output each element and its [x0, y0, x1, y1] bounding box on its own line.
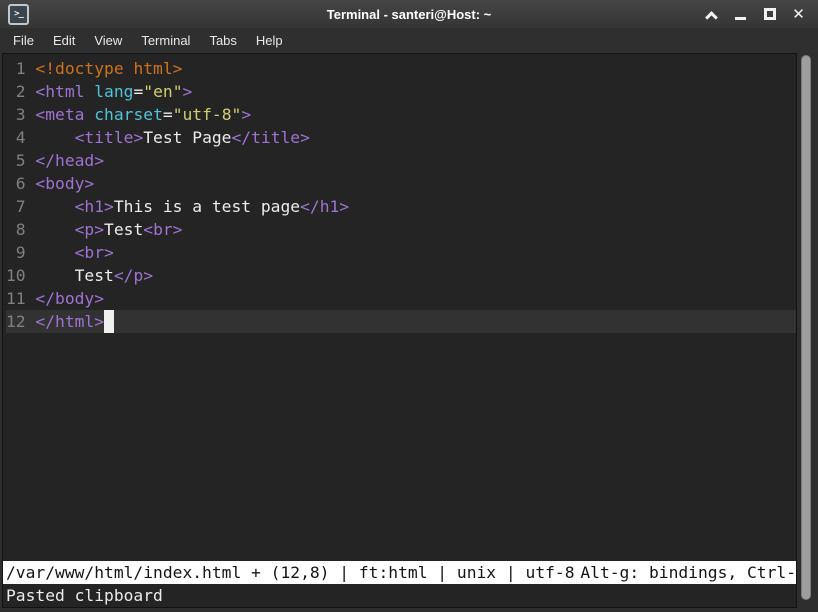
menu-item-terminal[interactable]: Terminal [141, 33, 190, 48]
minimize-icon [735, 17, 746, 20]
code-area: 1 <!doctype html> 2 <html lang="en"> 3 <… [6, 57, 796, 333]
minimize-button[interactable] [733, 6, 748, 22]
menu-item-edit[interactable]: Edit [53, 33, 75, 48]
line-number: 1 [6, 59, 35, 78]
menubar: File Edit View Terminal Tabs Help [0, 28, 818, 53]
line-number: 5 [6, 151, 35, 170]
code-line-4[interactable]: 4 <title>Test Page</title> [6, 126, 796, 149]
maximize-icon [764, 8, 776, 20]
code-line-9[interactable]: 9 <br> [6, 241, 796, 264]
code-line-3[interactable]: 3 <meta charset="utf-8"> [6, 103, 796, 126]
line-number: 12 [6, 312, 35, 331]
shade-button[interactable] [704, 6, 719, 22]
close-button[interactable]: ✕ [791, 6, 806, 22]
menu-item-tabs[interactable]: Tabs [209, 33, 236, 48]
code-line-2[interactable]: 2 <html lang="en"> [6, 80, 796, 103]
code-line-5[interactable]: 5 </head> [6, 149, 796, 172]
terminal-prompt-icon: >_ [14, 10, 23, 19]
statusbar-help-hint: Alt-g: bindings, Ctrl- [580, 561, 796, 584]
scrollbar-track [798, 53, 818, 612]
scrollbar-thumb[interactable] [801, 55, 811, 600]
line-number: 7 [6, 197, 35, 216]
menu-item-file[interactable]: File [13, 33, 34, 48]
maximize-button[interactable] [762, 6, 777, 22]
code-line-1[interactable]: 1 <!doctype html> [6, 57, 796, 80]
editor-message-line: Pasted clipboard [3, 584, 796, 607]
editor-statusbar: /var/www/html/index.html + (12,8) | ft:h… [3, 561, 796, 584]
code-line-10[interactable]: 10 Test</p> [6, 264, 796, 287]
window-controls: ✕ [704, 6, 806, 22]
terminal-app-icon[interactable]: >_ [8, 4, 29, 25]
line-number: 9 [6, 243, 35, 262]
line-number: 3 [6, 105, 35, 124]
code-line-7[interactable]: 7 <h1>This is a test page</h1> [6, 195, 796, 218]
statusbar-file-info: /var/www/html/index.html + (12,8) | ft:h… [6, 561, 575, 584]
titlebar[interactable]: >_ Terminal - santeri@Host: ~ ✕ [0, 0, 818, 28]
line-number: 2 [6, 82, 35, 101]
line-number: 6 [6, 174, 35, 193]
code-line-6[interactable]: 6 <body> [6, 172, 796, 195]
terminal-screen[interactable]: 1 <!doctype html> 2 <html lang="en"> 3 <… [2, 53, 797, 608]
line-number: 8 [6, 220, 35, 239]
line-number: 10 [6, 266, 35, 285]
terminal-content-area: 1 <!doctype html> 2 <html lang="en"> 3 <… [0, 53, 818, 612]
terminal-window: >_ Terminal - santeri@Host: ~ ✕ File Edi… [0, 0, 818, 612]
code-line-11[interactable]: 11 </body> [6, 287, 796, 310]
code-line-12[interactable]: 12 </html> [6, 310, 796, 333]
line-number: 4 [6, 128, 35, 147]
close-icon: ✕ [792, 7, 805, 22]
window-title: Terminal - santeri@Host: ~ [0, 7, 818, 22]
code-line-8[interactable]: 8 <p>Test<br> [6, 218, 796, 241]
text-cursor [104, 310, 114, 333]
line-number: 11 [6, 289, 35, 308]
chevron-up-icon [705, 11, 718, 24]
menu-item-help[interactable]: Help [256, 33, 283, 48]
menu-item-view[interactable]: View [94, 33, 122, 48]
